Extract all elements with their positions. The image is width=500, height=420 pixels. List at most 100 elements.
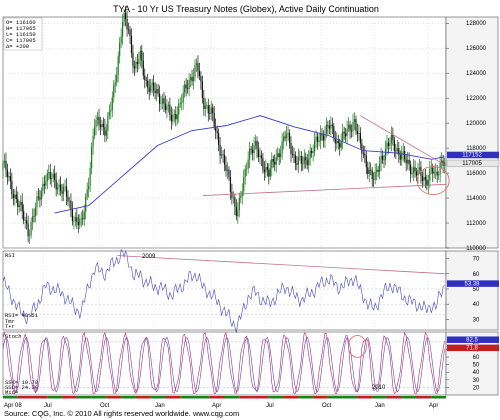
source-caption: Source: CQG, Inc. © 2010 All rights rese… bbox=[4, 409, 239, 418]
price-bar-body bbox=[175, 113, 177, 120]
price-bar-body bbox=[48, 172, 50, 174]
price-bar-body bbox=[263, 169, 265, 173]
price-bar-body bbox=[153, 82, 155, 91]
price-bar-body bbox=[244, 168, 246, 178]
price-tick-label: 118000 bbox=[466, 146, 486, 152]
price-bar-body bbox=[185, 84, 187, 89]
price-bar-body bbox=[220, 154, 223, 156]
price-bar-body bbox=[26, 220, 28, 224]
price-bar-body bbox=[300, 156, 302, 164]
price-bar-body bbox=[362, 153, 364, 155]
price-bar-body bbox=[132, 52, 134, 67]
stoch-current-badge: 71.8 bbox=[466, 346, 478, 352]
price-bar-body bbox=[365, 155, 367, 168]
price-bar-body bbox=[198, 70, 201, 77]
price-bar-body bbox=[253, 145, 255, 154]
stoch-tick-label: 40 bbox=[473, 370, 480, 376]
activity-strip-segment bbox=[135, 396, 151, 399]
price-bar-body bbox=[250, 148, 252, 150]
price-bar-body bbox=[228, 169, 230, 177]
price-bar-body bbox=[225, 164, 227, 171]
rsi-label: RSI bbox=[5, 252, 15, 259]
price-bar-body bbox=[117, 56, 119, 75]
price-bar-body bbox=[432, 167, 434, 174]
price-bar-body bbox=[65, 186, 68, 197]
price-bar-body bbox=[20, 201, 22, 205]
price-bar-body bbox=[172, 114, 174, 122]
price-bar-body bbox=[207, 105, 209, 114]
price-bar-body bbox=[157, 89, 159, 94]
activity-strip-segment bbox=[298, 396, 314, 399]
price-bar-body bbox=[36, 196, 38, 208]
price-bar-body bbox=[347, 124, 350, 129]
price-bar-body bbox=[306, 160, 308, 166]
price-bar-body bbox=[218, 133, 220, 146]
activity-strip-segment bbox=[180, 396, 195, 399]
price-bar-body bbox=[52, 173, 54, 179]
price-bar-body bbox=[213, 113, 215, 127]
price-bar-body bbox=[340, 141, 342, 148]
price-bar-body bbox=[219, 145, 221, 156]
stoch-tick-label: 60 bbox=[473, 355, 480, 361]
price-close-badge: 117005 bbox=[462, 161, 482, 167]
price-bar-body bbox=[251, 149, 254, 154]
price-bar-body bbox=[352, 121, 354, 132]
price-bar-body bbox=[226, 169, 229, 171]
price-bar-body bbox=[166, 105, 168, 111]
price-bar-body bbox=[194, 64, 196, 77]
price-bar-body bbox=[23, 211, 25, 221]
price-bar-body bbox=[333, 126, 335, 138]
price-bar-body bbox=[57, 187, 59, 190]
price-bar-body bbox=[107, 115, 109, 131]
price-bar-body bbox=[343, 131, 345, 134]
price-bar-body bbox=[402, 151, 404, 154]
price-bar-body bbox=[163, 98, 165, 104]
price-bar-body bbox=[395, 150, 397, 152]
price-bar-body bbox=[124, 12, 127, 20]
activity-strip-segment bbox=[327, 396, 343, 399]
price-bar-body bbox=[200, 76, 202, 82]
price-tick-label: 120000 bbox=[466, 121, 487, 127]
rsi-tick-label: 60 bbox=[473, 272, 480, 278]
price-bar-body bbox=[374, 171, 376, 180]
price-bar-body bbox=[2, 163, 4, 170]
price-bar-body bbox=[272, 159, 274, 162]
price-bar-body bbox=[294, 155, 297, 164]
price-bar-body bbox=[59, 184, 62, 192]
x-axis-label: Jan bbox=[155, 403, 165, 409]
x-axis-label: Apr bbox=[429, 403, 438, 409]
price-bar-body bbox=[299, 156, 301, 157]
price-bar-body bbox=[129, 29, 131, 36]
price-bar-body bbox=[370, 169, 372, 171]
price-bar-body bbox=[88, 186, 90, 190]
activity-strip-segment bbox=[106, 396, 122, 399]
price-bar-body bbox=[337, 140, 339, 144]
price-bar-body bbox=[266, 167, 268, 170]
price-bar-body bbox=[387, 142, 390, 146]
price-bar-body bbox=[133, 66, 136, 69]
price-bar-body bbox=[305, 157, 307, 161]
price-bar-body bbox=[438, 174, 440, 176]
price-bar-body bbox=[151, 82, 153, 86]
price-bar-body bbox=[135, 61, 137, 69]
ohlc-legend-item: Δ= +200 bbox=[6, 43, 29, 50]
price-bar-body bbox=[126, 19, 128, 30]
price-bar-body bbox=[328, 126, 330, 129]
price-tick-label: 110000 bbox=[466, 246, 486, 252]
price-bar-body bbox=[421, 175, 424, 181]
price-bar-body bbox=[435, 171, 437, 173]
price-bar-body bbox=[309, 150, 311, 159]
activity-strip-segment bbox=[357, 396, 373, 399]
price-bar-body bbox=[234, 197, 236, 207]
price-bar-body bbox=[342, 131, 344, 142]
price-bar-body bbox=[102, 123, 105, 128]
price-bar-body bbox=[191, 77, 193, 82]
price-bar-body bbox=[138, 59, 140, 65]
price-bar-body bbox=[271, 159, 273, 169]
price-bar-body bbox=[209, 113, 211, 114]
price-bar-body bbox=[316, 136, 319, 143]
price-bar-body bbox=[64, 186, 66, 188]
activity-strip-segment bbox=[194, 396, 210, 399]
price-bar-body bbox=[30, 222, 32, 236]
chart-svg: TYA - 10 Yr US Treasury Notes (Globex), … bbox=[2, 4, 500, 418]
